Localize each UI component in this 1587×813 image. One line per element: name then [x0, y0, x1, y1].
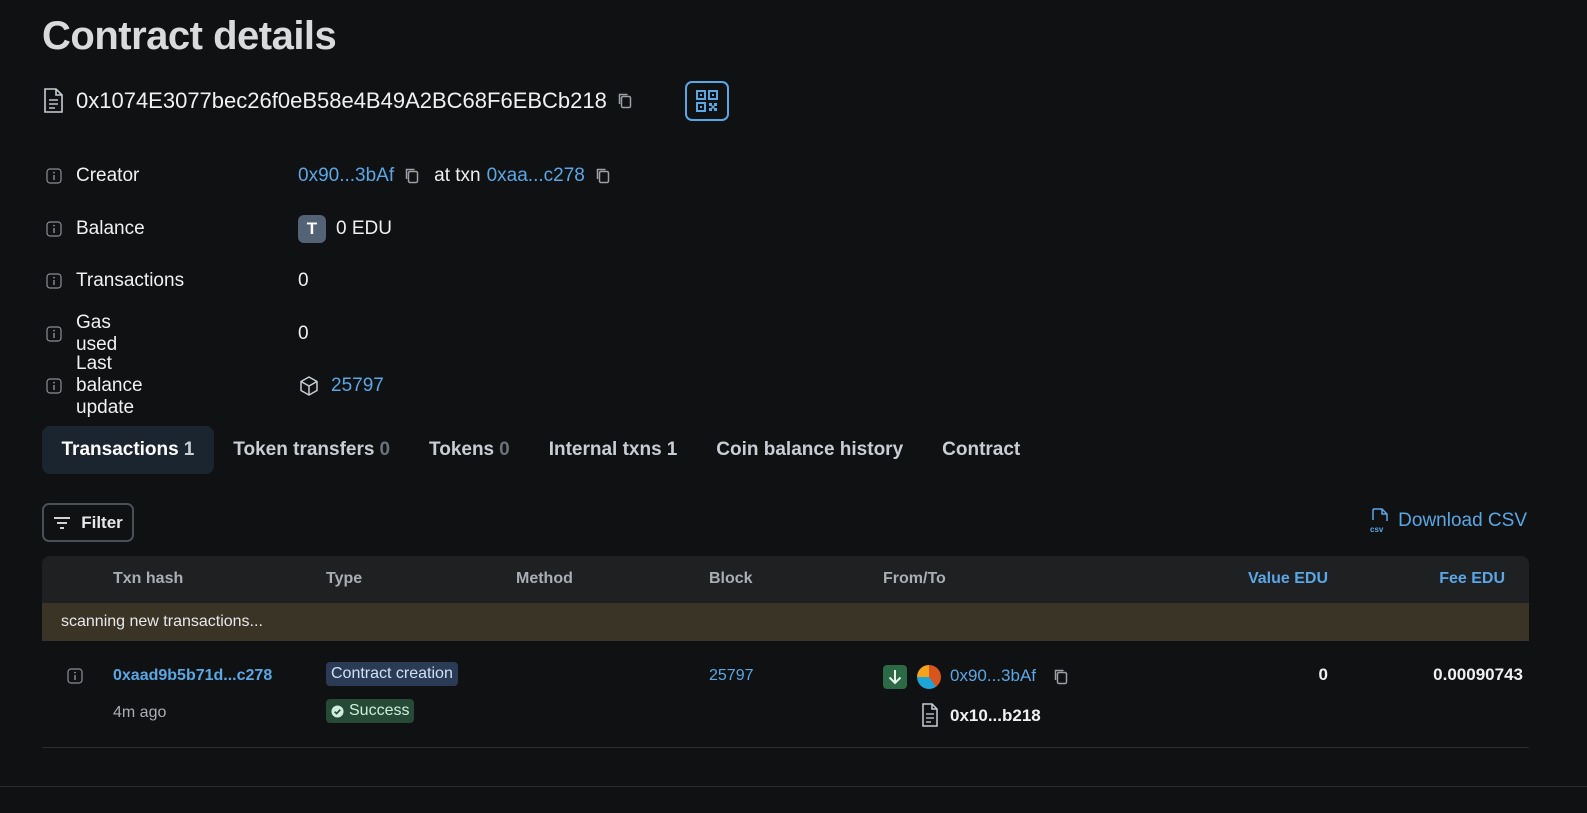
- status-text: Success: [349, 702, 410, 719]
- header-method: Method: [516, 570, 573, 587]
- download-csv-label: Download CSV: [1398, 510, 1527, 531]
- table-row: 0xaad9b5b71d...c278 4m ago Contract crea…: [42, 641, 1529, 748]
- fee-cell: 0.00090743: [1433, 665, 1523, 684]
- csv-icon-text: csv: [1370, 525, 1384, 534]
- tab-internal-txns[interactable]: Internal txns 1: [529, 426, 697, 474]
- balance-label: Balance: [76, 217, 145, 239]
- at-txn-text: at txn: [434, 165, 481, 187]
- creator-address-link[interactable]: 0x90...3bAf: [298, 165, 394, 187]
- tab-count: 0: [499, 439, 510, 460]
- transactions-value: 0: [298, 270, 309, 292]
- copy-icon[interactable]: [404, 167, 420, 185]
- header-txn-hash: Txn hash: [113, 570, 184, 587]
- tab-label: Contract: [942, 439, 1021, 460]
- tab-coin-balance-history[interactable]: Coin balance history: [697, 426, 923, 474]
- tab-label: Token transfers: [233, 439, 375, 460]
- header-block: Block: [709, 570, 753, 587]
- page-title: Contract details: [42, 14, 337, 58]
- divider: [0, 786, 1587, 787]
- value-cell: 0: [1318, 665, 1328, 684]
- download-csv-button[interactable]: csv Download CSV: [1370, 508, 1527, 534]
- tab-label: Coin balance history: [716, 439, 904, 460]
- gas-used-value: 0: [298, 322, 309, 344]
- qr-code-button[interactable]: [685, 81, 729, 121]
- tab-count: 0: [379, 439, 391, 460]
- info-icon[interactable]: [46, 326, 62, 342]
- creator-value: 0x90...3bAf at txn 0xaa...c278: [298, 165, 611, 187]
- token-avatar: T: [298, 214, 326, 243]
- creator-txn-link[interactable]: 0xaa...c278: [487, 165, 585, 187]
- tab-transactions[interactable]: Transactions 1: [42, 426, 214, 474]
- from-address-link[interactable]: 0x90...3bAf: [950, 666, 1036, 686]
- balance-value: 0 EDU: [336, 217, 392, 239]
- direction-badge: [883, 665, 907, 689]
- filter-button[interactable]: Filter: [42, 503, 134, 542]
- table-header: Txn hash Type Method Block From/To Value…: [42, 556, 1529, 603]
- info-icon[interactable]: [46, 378, 62, 394]
- header-value: Value EDU: [1247, 570, 1328, 587]
- info-icon[interactable]: [46, 168, 62, 184]
- creator-label: Creator: [76, 165, 140, 187]
- txn-age: 4m ago: [113, 704, 167, 721]
- avatar-icon: [917, 665, 941, 689]
- csv-file-icon: csv: [1370, 508, 1388, 534]
- transactions-label: Transactions: [76, 270, 185, 292]
- header-fee: Fee EDU: [1439, 570, 1505, 587]
- copy-icon[interactable]: [1053, 668, 1069, 686]
- to-address[interactable]: 0x10...b218: [950, 706, 1041, 726]
- tabs-bar: Transactions 1 Token transfers 0 Tokens …: [42, 426, 1040, 474]
- filter-icon: [54, 516, 71, 529]
- tab-token-transfers[interactable]: Token transfers 0: [214, 426, 410, 474]
- qr-code-icon: [696, 90, 718, 112]
- cube-icon: [300, 376, 318, 396]
- balance-value-group: T 0 EDU: [298, 214, 392, 243]
- txn-hash-link[interactable]: 0xaad9b5b71d...c278: [113, 667, 272, 685]
- tab-count: 1: [666, 439, 678, 460]
- status-badge: Success: [326, 699, 415, 723]
- document-icon: [922, 703, 938, 727]
- copy-icon[interactable]: [595, 167, 611, 185]
- gas-used-label: Gas used: [76, 311, 118, 355]
- arrow-down-icon: [888, 670, 902, 685]
- tab-tokens[interactable]: Tokens 0: [410, 426, 530, 474]
- block-link[interactable]: 25797: [709, 667, 754, 685]
- scanning-banner: scanning new transactions...: [42, 603, 1529, 641]
- contract-address[interactable]: 0x1074E3077bec26f0eB58e4B49A2BC68F6EBCb2…: [76, 88, 607, 114]
- contract-address-row: 0x1074E3077bec26f0eB58e4B49A2BC68F6EBCb2…: [42, 81, 729, 121]
- header-from-to: From/To: [883, 570, 946, 587]
- header-type: Type: [326, 570, 363, 587]
- tab-label: Internal txns: [548, 439, 662, 460]
- tab-count: 1: [183, 439, 195, 460]
- info-icon[interactable]: [46, 221, 62, 237]
- type-tag: Contract creation: [326, 662, 458, 686]
- last-balance-block-link[interactable]: 25797: [331, 375, 384, 397]
- info-icon[interactable]: [46, 273, 62, 289]
- last-balance-update-label: Last balance update: [76, 353, 143, 419]
- tab-label: Transactions: [61, 439, 179, 460]
- filter-label: Filter: [81, 512, 123, 532]
- info-icon[interactable]: [67, 668, 83, 684]
- document-icon: [44, 88, 63, 113]
- scanning-text: scanning new transactions...: [61, 613, 263, 630]
- tab-label: Tokens: [429, 439, 495, 460]
- tab-contract[interactable]: Contract: [923, 426, 1040, 474]
- last-balance-update-value: 25797: [298, 375, 384, 397]
- check-circle-icon: [331, 704, 344, 718]
- copy-icon[interactable]: [617, 92, 633, 110]
